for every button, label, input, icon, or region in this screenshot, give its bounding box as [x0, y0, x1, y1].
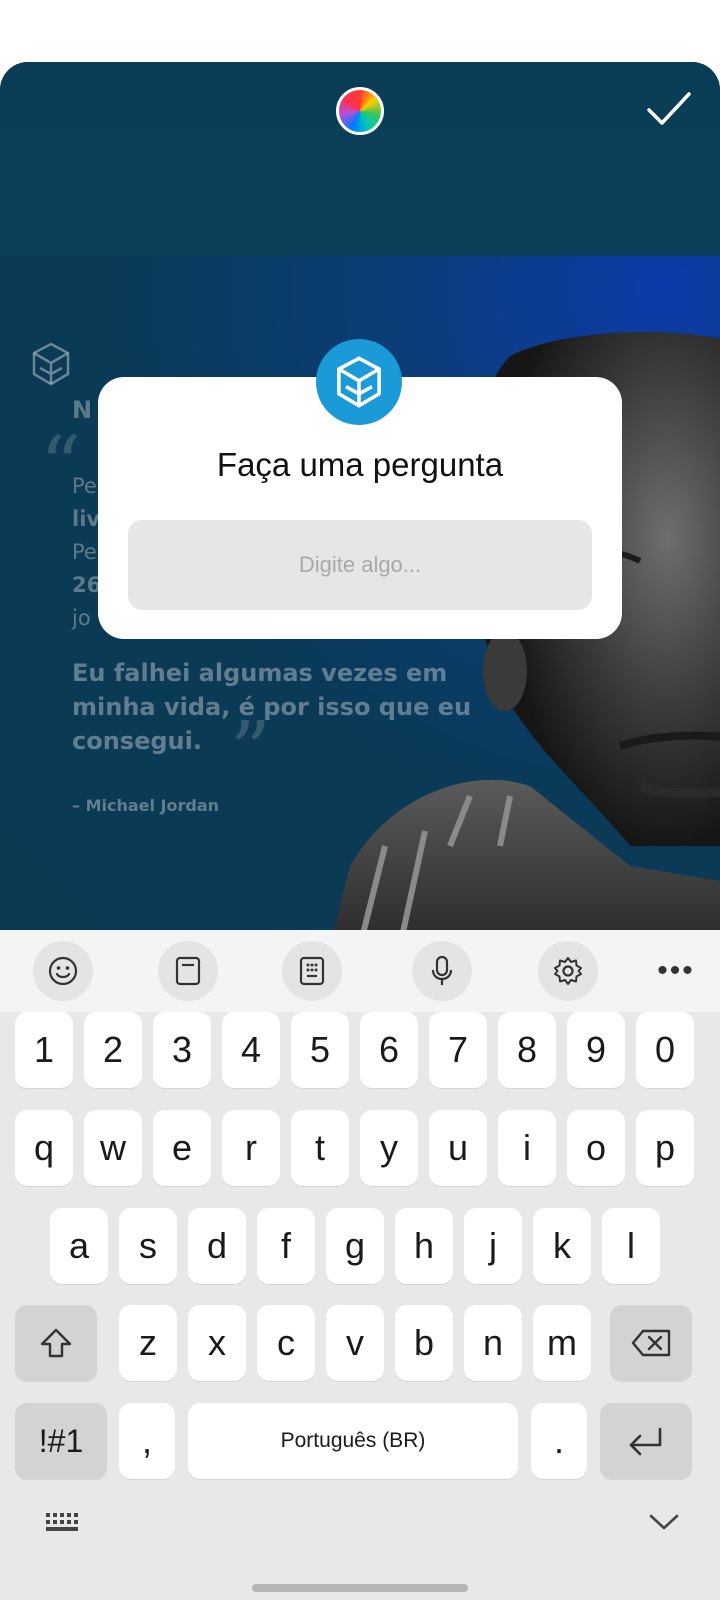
clipboard-icon [175, 956, 201, 986]
brand-logo-icon [32, 342, 70, 386]
settings-button[interactable] [538, 941, 598, 1001]
enter-key[interactable] [600, 1403, 692, 1479]
key-z[interactable]: z [119, 1305, 177, 1381]
home-indicator [252, 1584, 468, 1592]
question-input[interactable] [128, 520, 592, 610]
key-y[interactable]: y [360, 1110, 418, 1186]
key-j[interactable]: j [464, 1208, 522, 1284]
key-x[interactable]: x [188, 1305, 246, 1381]
shift-key[interactable] [15, 1305, 97, 1381]
post-line-fragment: jo [72, 606, 91, 630]
keypad-button[interactable] [282, 941, 342, 1001]
period-key[interactable]: . [531, 1403, 587, 1479]
check-icon[interactable] [646, 90, 692, 128]
keypad-icon [299, 956, 325, 986]
microphone-button[interactable] [412, 941, 472, 1001]
key-b[interactable]: b [395, 1305, 453, 1381]
post-body-fragments: Pe liv Pe 26 jo [72, 470, 101, 635]
key-t[interactable]: t [291, 1110, 349, 1186]
post-line-fragment: Pe [72, 474, 97, 498]
key-q[interactable]: q [15, 1110, 73, 1186]
key-n[interactable]: n [464, 1305, 522, 1381]
post-line-fragment: Pe [72, 540, 97, 564]
key-k[interactable]: k [533, 1208, 591, 1284]
key-a[interactable]: a [50, 1208, 108, 1284]
post-line-fragment: 26 [72, 573, 102, 597]
keyboard-toolbar: ••• [0, 930, 720, 1012]
comma-key[interactable]: , [119, 1403, 175, 1479]
sticker-avatar [316, 339, 402, 425]
key-o[interactable]: o [567, 1110, 625, 1186]
backspace-key[interactable] [610, 1305, 692, 1381]
emoji-icon [48, 956, 78, 986]
key-7[interactable]: 7 [429, 1012, 487, 1088]
post-line-fragment: liv [72, 507, 101, 531]
keyboard-switch-icon[interactable] [45, 1512, 81, 1534]
key-w[interactable]: w [84, 1110, 142, 1186]
key-1[interactable]: 1 [15, 1012, 73, 1088]
key-i[interactable]: i [498, 1110, 556, 1186]
key-l[interactable]: l [602, 1208, 660, 1284]
key-4[interactable]: 4 [222, 1012, 280, 1088]
key-f[interactable]: f [257, 1208, 315, 1284]
settings-icon [554, 957, 582, 985]
microphone-icon [431, 955, 453, 985]
backspace-icon [631, 1329, 671, 1357]
key-5[interactable]: 5 [291, 1012, 349, 1088]
shift-icon [40, 1328, 72, 1358]
key-h[interactable]: h [395, 1208, 453, 1284]
key-c[interactable]: c [257, 1305, 315, 1381]
symbols-key[interactable]: !#1 [15, 1403, 107, 1479]
emoji-button[interactable] [33, 941, 93, 1001]
key-2[interactable]: 2 [84, 1012, 142, 1088]
key-v[interactable]: v [326, 1305, 384, 1381]
key-e[interactable]: e [153, 1110, 211, 1186]
key-0[interactable]: 0 [636, 1012, 694, 1088]
sticker-title: Faça uma pergunta [216, 446, 504, 483]
brand-logo-icon [337, 356, 381, 408]
story-canvas: N “ Pe liv Pe 26 jo Eu falhei algumas ve… [0, 62, 720, 930]
more-options-button[interactable]: ••• [646, 941, 706, 1001]
key-r[interactable]: r [222, 1110, 280, 1186]
color-picker-button[interactable] [336, 87, 384, 135]
key-s[interactable]: s [119, 1208, 177, 1284]
hide-keyboard-icon[interactable] [648, 1512, 680, 1532]
key-d[interactable]: d [188, 1208, 246, 1284]
key-m[interactable]: m [533, 1305, 591, 1381]
key-g[interactable]: g [326, 1208, 384, 1284]
key-p[interactable]: p [636, 1110, 694, 1186]
enter-icon [629, 1427, 662, 1456]
space-key[interactable]: Português (BR) [188, 1403, 518, 1479]
key-9[interactable]: 9 [567, 1012, 625, 1088]
key-6[interactable]: 6 [360, 1012, 418, 1088]
key-3[interactable]: 3 [153, 1012, 211, 1088]
clipboard-button[interactable] [158, 941, 218, 1001]
close-quote-icon: ” [230, 704, 271, 797]
keyboard: 1234567890 qwertyuiop asdfghjkl zxcvbnm … [0, 1012, 720, 1600]
key-u[interactable]: u [429, 1110, 487, 1186]
post-author: – Michael Jordan [72, 796, 220, 815]
key-8[interactable]: 8 [498, 1012, 556, 1088]
